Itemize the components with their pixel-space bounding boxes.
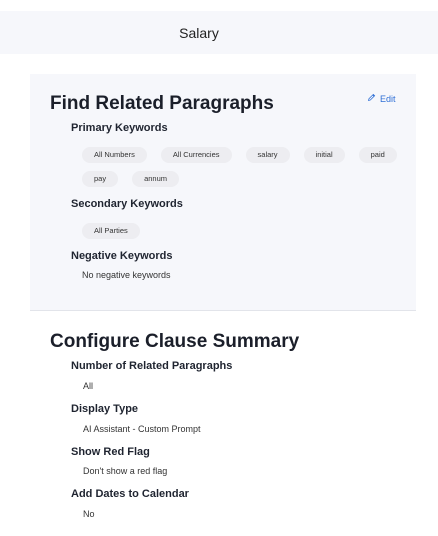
secondary-keywords-label: Secondary Keywords xyxy=(71,198,183,210)
field-label: Number of Related Paragraphs xyxy=(71,360,233,372)
keyword-chip: All Parties xyxy=(82,223,140,239)
keyword-chip: pay xyxy=(82,171,119,187)
find-related-paragraphs-panel: Find Related Paragraphs Edit Primary Key… xyxy=(30,74,416,311)
keyword-chip: All Numbers xyxy=(82,147,147,163)
find-section-title: Find Related Paragraphs xyxy=(50,93,274,114)
primary-keywords-label: Primary Keywords xyxy=(71,122,168,134)
field-value: All xyxy=(83,381,94,391)
field-value: AI Assistant - Custom Prompt xyxy=(83,424,201,434)
edit-button[interactable]: Edit xyxy=(367,93,396,104)
keyword-chip: salary xyxy=(245,147,290,163)
primary-keywords-list: All Numbers All Currencies salary initia… xyxy=(82,147,402,187)
page-title: Salary xyxy=(179,24,219,41)
edit-label: Edit xyxy=(380,93,396,104)
field-label: Add Dates to Calendar xyxy=(71,488,189,500)
field-label: Show Red Flag xyxy=(71,446,150,458)
negative-keywords-value: No negative keywords xyxy=(82,270,171,280)
header-bar: Salary xyxy=(0,11,438,54)
configure-section-title: Configure Clause Summary xyxy=(50,331,300,352)
pencil-icon xyxy=(367,93,376,104)
secondary-keywords-list: All Parties xyxy=(82,223,140,239)
negative-keywords-label: Negative Keywords xyxy=(71,250,173,262)
field-label: Display Type xyxy=(71,403,139,415)
keyword-chip: paid xyxy=(358,147,397,163)
keyword-chip: All Currencies xyxy=(160,147,232,163)
keyword-chip: annum xyxy=(132,171,180,187)
field-value: Don't show a red flag xyxy=(83,466,168,476)
field-value: No xyxy=(83,509,95,519)
keyword-chip: initial xyxy=(303,147,345,163)
